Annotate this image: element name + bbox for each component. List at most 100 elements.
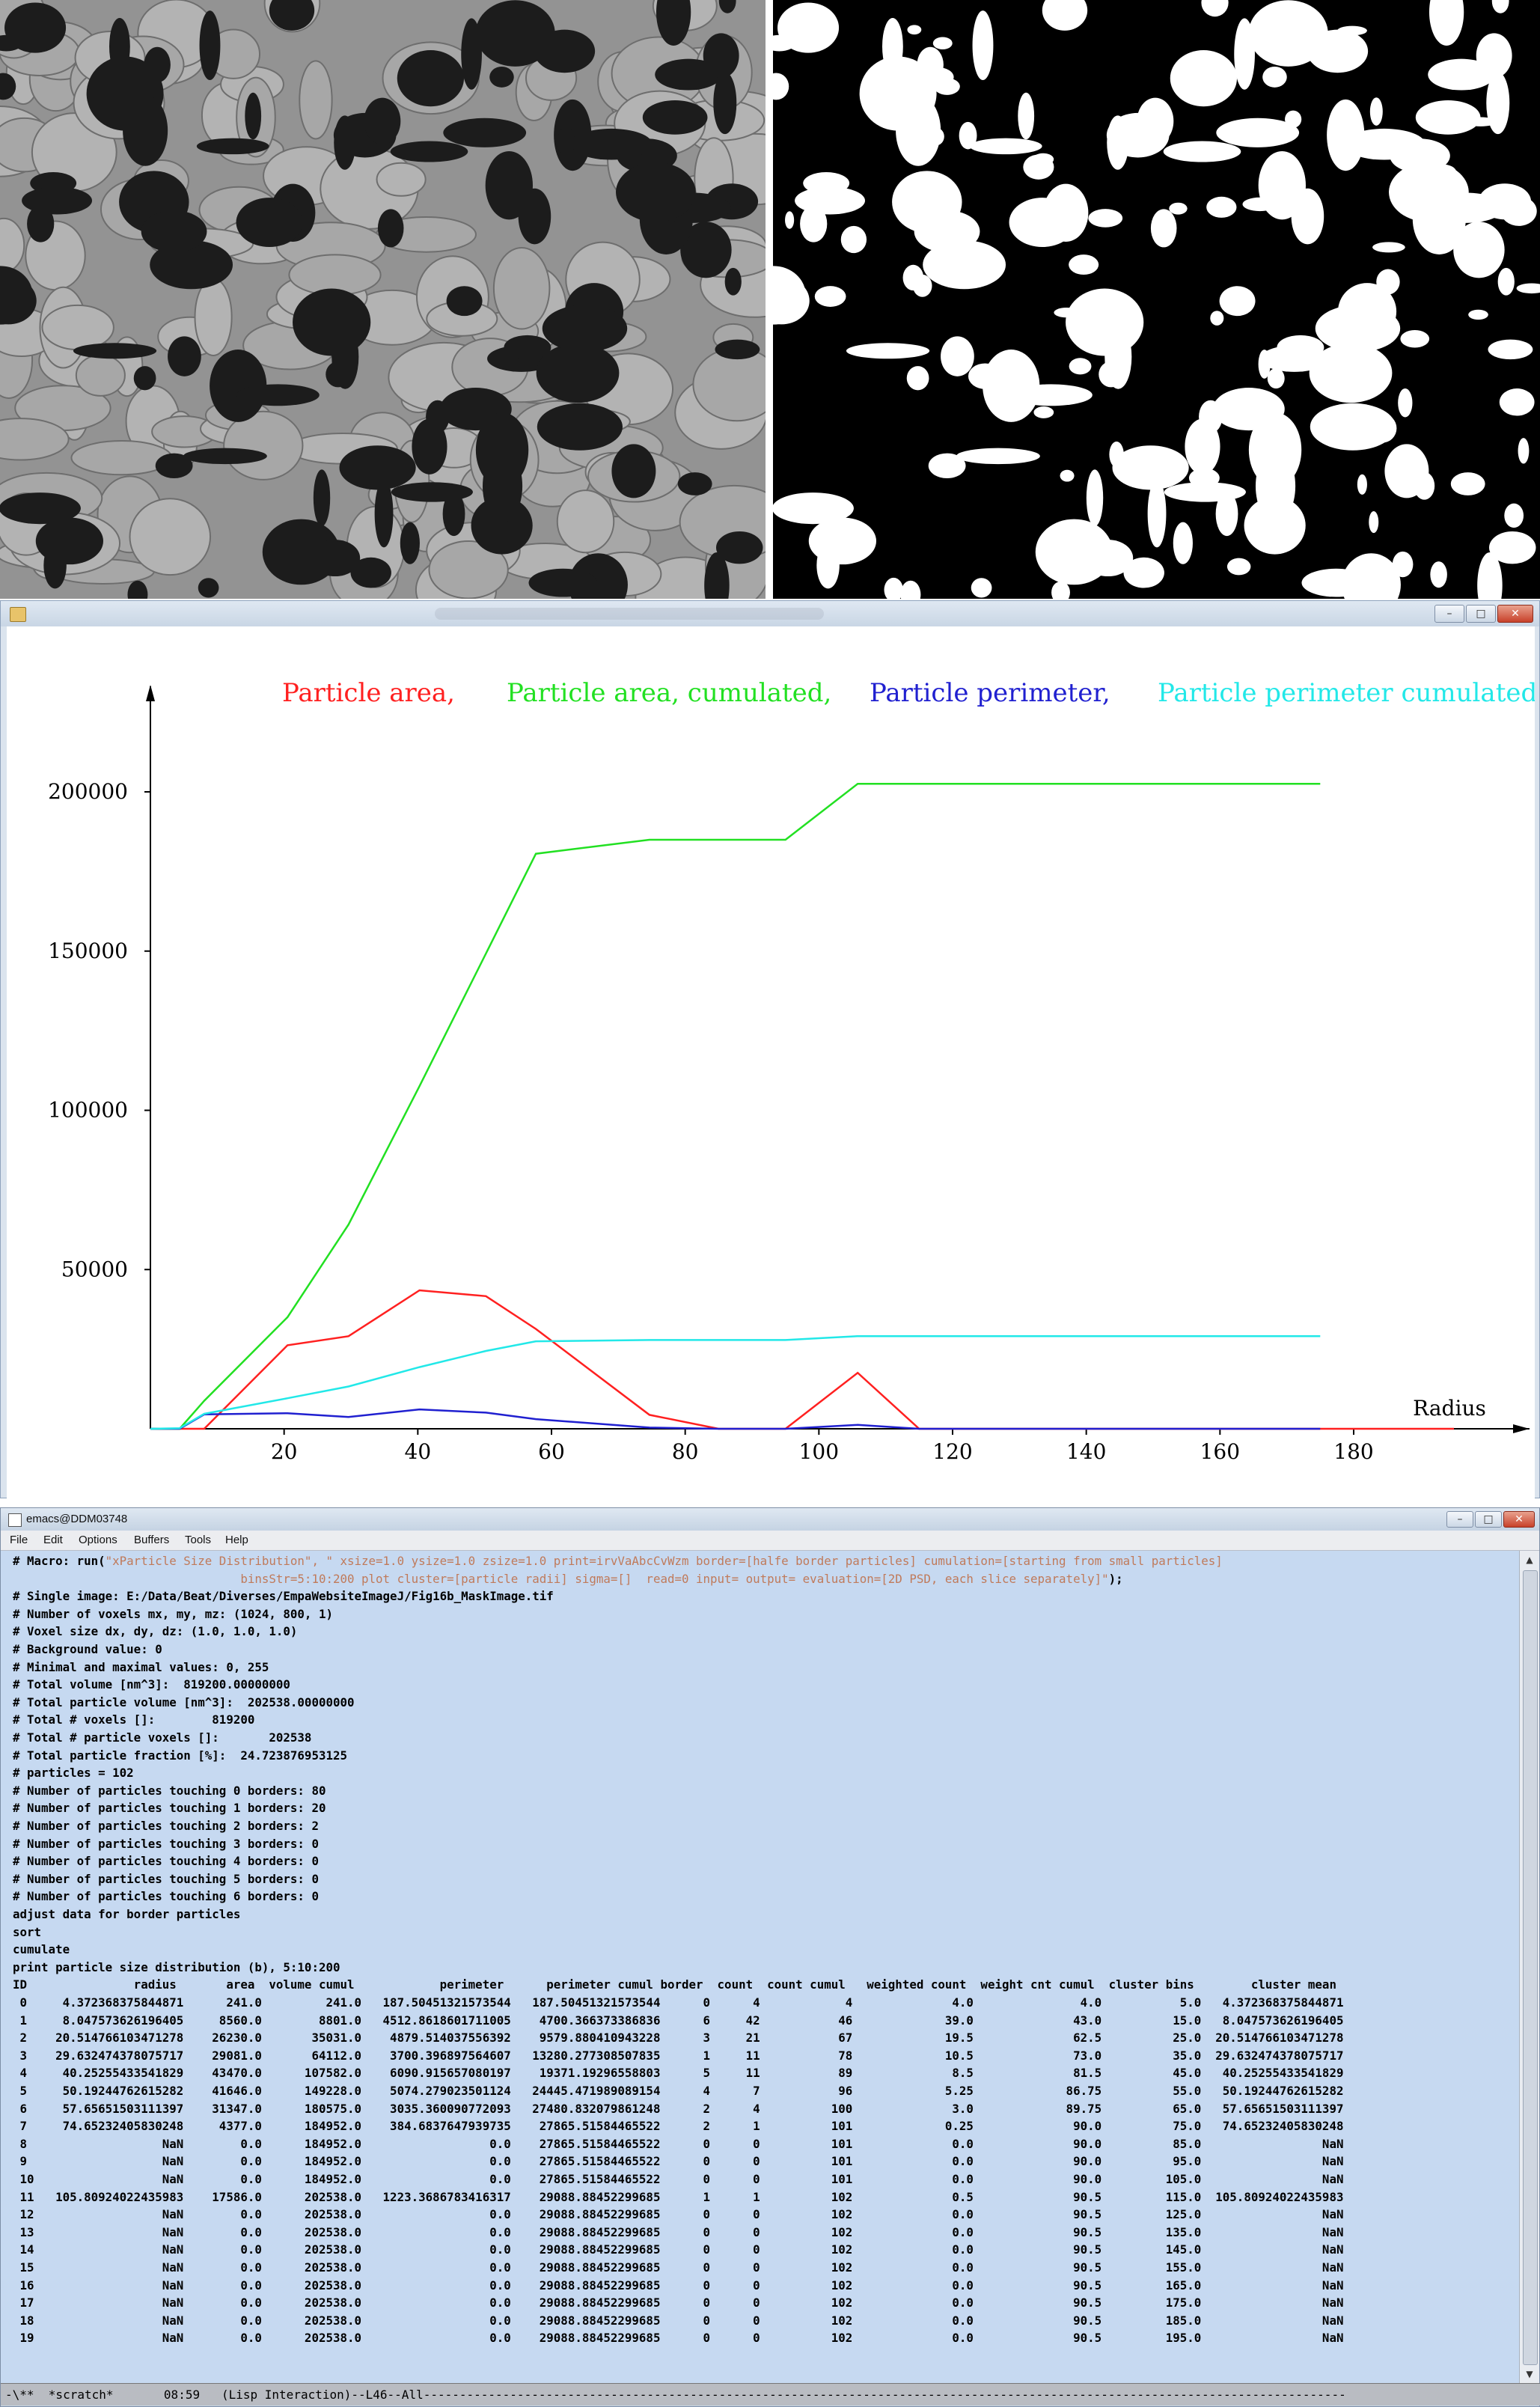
table-row: 3 29.632474378075717 29081.0 64112.0 370… xyxy=(13,2048,1344,2063)
table-row: 13 NaN 0.0 202538.0 0.0 29088.8845229968… xyxy=(13,2224,1344,2239)
close-icon: ✕ xyxy=(1511,608,1520,620)
buffer-line: # Total # particle voxels []: 202538 xyxy=(13,1730,312,1745)
binary-mask-image xyxy=(773,0,1540,599)
buffer-line: # Number of particles touching 2 borders… xyxy=(13,1819,319,1833)
x-tick-label: 60 xyxy=(538,1439,565,1464)
x-axis-label: Radius xyxy=(1413,1396,1486,1421)
legend-entry: Particle area, cumulated, xyxy=(507,678,831,708)
series-line xyxy=(150,782,1321,1430)
scroll-up-icon[interactable]: ▲ xyxy=(1522,1552,1537,1567)
buffer-line: adjust data for border particles xyxy=(13,1907,241,1921)
minimize-button[interactable]: – xyxy=(1434,605,1464,623)
table-row: 18 NaN 0.0 202538.0 0.0 29088.8845229968… xyxy=(13,2313,1344,2328)
x-tick-label: 120 xyxy=(932,1439,972,1464)
y-tick-label: 50000 xyxy=(61,1257,128,1281)
maximize-button[interactable]: □ xyxy=(1466,605,1496,623)
buffer-line: # Number of particles touching 6 borders… xyxy=(13,1889,319,1904)
buffer-line: print particle size distribution (b), 5:… xyxy=(13,1959,340,1974)
macro-line-1: # Macro: run("xParticle Size Distributio… xyxy=(13,1552,1223,1570)
emacs-modeline: -\** *scratch* 08:59 (Lisp Interaction)-… xyxy=(1,2383,1540,2406)
table-row: 8 NaN 0.0 184952.0 0.0 27865.51584465522… xyxy=(13,2136,1344,2151)
buffer-line: # particles = 102 xyxy=(13,1766,134,1781)
emacs-menubar: File Edit Options Buffers Tools Help xyxy=(1,1531,1539,1551)
maximize-icon: □ xyxy=(1476,608,1486,620)
buffer-line: # Single image: E:/Data/Beat/Diverses/Em… xyxy=(13,1589,554,1604)
buffer-line: # Voxel size dx, dy, dz: (1.0, 1.0, 1.0) xyxy=(13,1624,298,1639)
buffer-line: # Number of particles touching 0 borders… xyxy=(13,1783,326,1798)
micrograph-panel xyxy=(0,0,1540,600)
buffer-line: # Number of particles touching 4 borders… xyxy=(13,1854,319,1869)
menu-help[interactable]: Help xyxy=(225,1534,248,1546)
table-row: 9 NaN 0.0 184952.0 0.0 27865.51584465522… xyxy=(13,2154,1344,2169)
x-tick-label: 180 xyxy=(1333,1439,1373,1464)
particle-distribution-chart: 20 40 60 80 100 120 140 160 180 50000 100000 150000… xyxy=(48,678,1535,1464)
table-row: 5 50.19244762615282 41646.0 149228.0 507… xyxy=(13,2084,1344,2098)
buffer-line: # Background value: 0 xyxy=(13,1642,162,1656)
x-tick-label: 160 xyxy=(1200,1439,1240,1464)
buffer-line: sort xyxy=(13,1924,42,1939)
menu-tools[interactable]: Tools xyxy=(185,1534,211,1546)
buffer-line: # Total particle volume [nm^3]: 202538.0… xyxy=(13,1694,355,1709)
menu-edit[interactable]: Edit xyxy=(43,1534,63,1546)
series-line xyxy=(150,1289,1454,1430)
close-button[interactable]: ✕ xyxy=(1497,605,1533,623)
minimize-icon: – xyxy=(1446,608,1452,620)
table-row: 1 8.047573626196405 8560.0 8801.0 4512.8… xyxy=(13,2013,1344,2028)
emacs-maximize-button[interactable]: □ xyxy=(1475,1511,1502,1528)
table-row: 4 40.25255433541829 43470.0 107582.0 609… xyxy=(13,2066,1344,2081)
macro-string-cont: binsStr=5:10:200 plot cluster=[particle … xyxy=(13,1571,1109,1586)
table-header: ID radius area volume cumul perimeter pe… xyxy=(13,1977,1336,1992)
buffer-line: # Total particle fraction [%]: 24.723876… xyxy=(13,1748,347,1763)
macro-suffix: ); xyxy=(1108,1571,1123,1586)
menu-buffers[interactable]: Buffers xyxy=(134,1534,169,1546)
scroll-thumb[interactable] xyxy=(1523,1570,1538,2365)
table-row: 19 NaN 0.0 202538.0 0.0 29088.8845229968… xyxy=(13,2331,1344,2346)
table-row: 10 NaN 0.0 184952.0 0.0 27865.5158446552… xyxy=(13,2172,1344,2186)
y-tick-label: 150000 xyxy=(48,939,128,963)
table-row: 14 NaN 0.0 202538.0 0.0 29088.8845229968… xyxy=(13,2242,1344,2257)
emacs-text-buffer[interactable]: # Macro: run("xParticle Size Distributio… xyxy=(1,1551,1520,2383)
buffer-line: # Total volume [nm^3]: 819200.00000000 xyxy=(13,1677,290,1692)
buffer-line: # Total # voxels []: 819200 xyxy=(13,1712,255,1727)
y-tick-label: 100000 xyxy=(48,1098,128,1123)
macro-line-2: binsStr=5:10:200 plot cluster=[particle … xyxy=(13,1570,1123,1588)
menu-file[interactable]: File xyxy=(10,1534,28,1546)
emacs-titlebar[interactable]: emacs@DDM03748 – □ ✕ xyxy=(1,1508,1539,1531)
buffer-line: # Number of particles touching 3 borders… xyxy=(13,1836,319,1851)
emacs-minimize-button[interactable]: – xyxy=(1446,1511,1473,1528)
x-tick-label: 100 xyxy=(799,1439,839,1464)
emacs-app-icon xyxy=(8,1513,22,1527)
table-row: 7 74.65232405830248 4377.0 184952.0 384.… xyxy=(13,2119,1344,2134)
plot-window-title xyxy=(435,608,824,620)
minimize-icon: – xyxy=(1457,1513,1463,1525)
buffer-line: # Minimal and maximal values: 0, 255 xyxy=(13,1659,269,1674)
table-row: 15 NaN 0.0 202538.0 0.0 29088.8845229968… xyxy=(13,2260,1344,2275)
x-tick-label: 20 xyxy=(271,1439,298,1464)
scroll-down-icon[interactable]: ▼ xyxy=(1522,2367,1537,2382)
buffer-line: # Number of voxels mx, my, mz: (1024, 80… xyxy=(13,1606,333,1621)
table-row: 16 NaN 0.0 202538.0 0.0 29088.8845229968… xyxy=(13,2278,1344,2292)
series-line xyxy=(150,1408,1321,1430)
close-icon: ✕ xyxy=(1515,1513,1524,1525)
plot-canvas: 20 40 60 80 100 120 140 160 180 50000 100000 150000… xyxy=(7,626,1535,1499)
x-axis-arrow xyxy=(1513,1424,1530,1433)
buffer-line: # Number of particles touching 5 borders… xyxy=(13,1871,319,1886)
table-row: 11 105.80924022435983 17586.0 202538.0 1… xyxy=(13,2189,1344,2204)
x-tick-label: 140 xyxy=(1066,1439,1106,1464)
macro-prefix: # Macro: run( xyxy=(13,1554,106,1568)
legend-entry: Particle area, xyxy=(282,678,455,708)
emacs-close-button[interactable]: ✕ xyxy=(1503,1511,1535,1528)
legend-entry: Particle perimeter cumulated xyxy=(1158,678,1535,708)
x-tick-label: 80 xyxy=(672,1439,699,1464)
y-axis-arrow xyxy=(146,685,155,701)
emacs-scrollbar[interactable]: ▲ ▼ xyxy=(1519,1551,1539,2383)
y-tick-label: 200000 xyxy=(48,779,128,804)
buffer-line: cumulate xyxy=(13,1942,70,1957)
table-row: 0 4.372368375844871 241.0 241.0 187.5045… xyxy=(13,1995,1344,2010)
menu-options[interactable]: Options xyxy=(79,1534,117,1546)
x-tick-label: 40 xyxy=(405,1439,432,1464)
table-row: 17 NaN 0.0 202538.0 0.0 29088.8845229968… xyxy=(13,2295,1344,2310)
table-row: 6 57.65651503111397 31347.0 180575.0 303… xyxy=(13,2101,1344,2116)
emacs-window: emacs@DDM03748 – □ ✕ File Edit Options B… xyxy=(0,1507,1540,2407)
plot-window-titlebar[interactable]: – □ ✕ xyxy=(1,601,1539,626)
